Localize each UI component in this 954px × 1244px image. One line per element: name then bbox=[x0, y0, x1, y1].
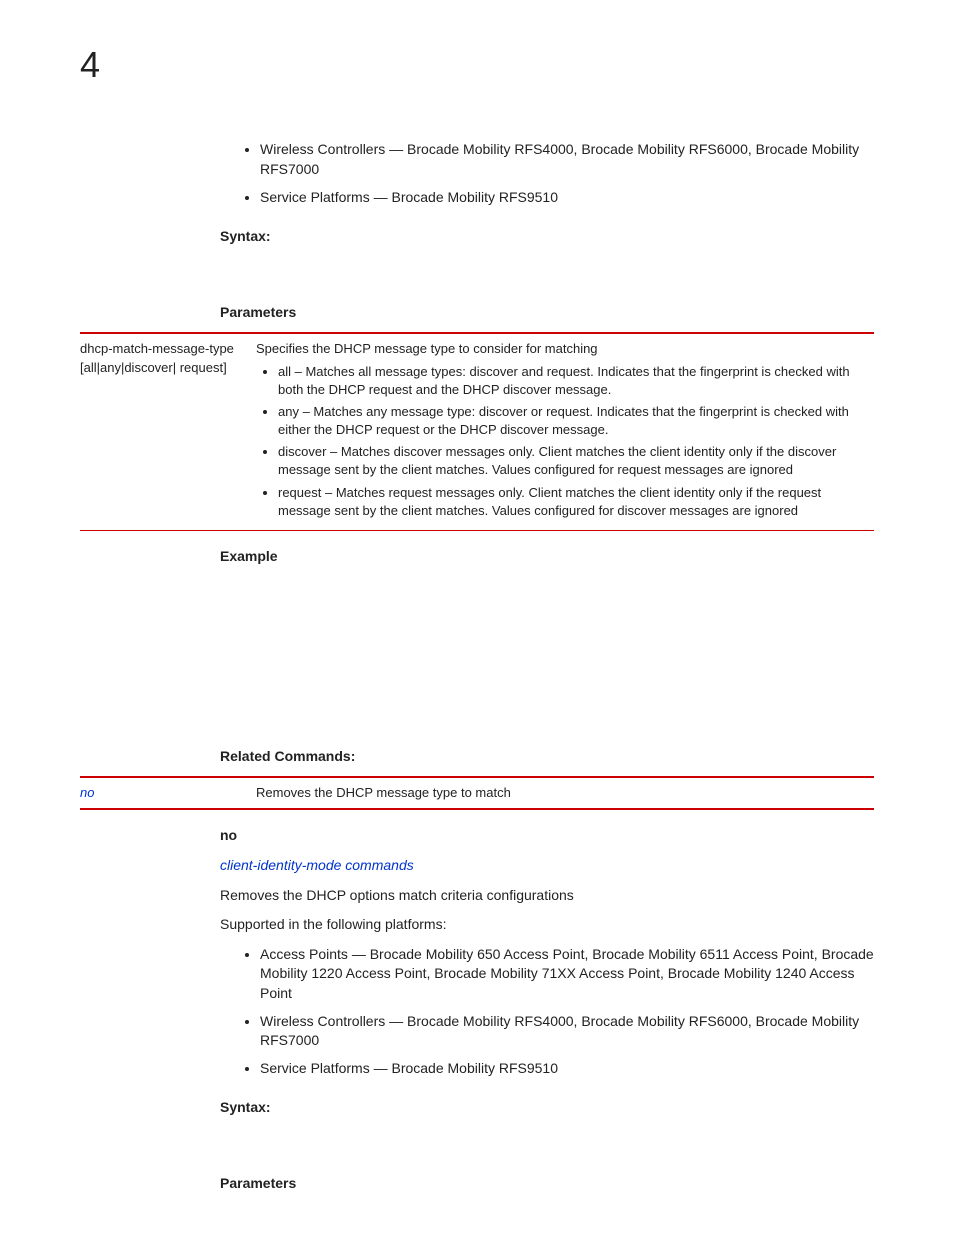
list-item: request – Matches request messages only.… bbox=[278, 484, 868, 520]
top-bullet-list: Wireless Controllers — Brocade Mobility … bbox=[220, 140, 874, 207]
parameters-table-wrap: dhcp-match-message-type [all|any|discove… bbox=[80, 332, 874, 531]
param-desc-text: Specifies the DHCP message type to consi… bbox=[256, 341, 598, 356]
table-row: no Removes the DHCP message type to matc… bbox=[80, 778, 874, 808]
parameters-table: dhcp-match-message-type [all|any|discove… bbox=[80, 334, 874, 530]
syntax-heading: Syntax: bbox=[220, 227, 874, 247]
table-row: dhcp-match-message-type [all|any|discove… bbox=[80, 334, 874, 530]
parameters-heading-2: Parameters bbox=[220, 1174, 874, 1194]
list-item: Wireless Controllers — Brocade Mobility … bbox=[260, 140, 874, 179]
related-desc-cell: Removes the DHCP message type to match bbox=[256, 778, 874, 808]
client-identity-link[interactable]: client-identity-mode commands bbox=[220, 856, 874, 876]
list-item: Service Platforms — Brocade Mobility RFS… bbox=[260, 1059, 874, 1079]
related-commands-heading: Related Commands: bbox=[220, 747, 874, 767]
param-name-cell: dhcp-match-message-type [all|any|discove… bbox=[80, 334, 256, 530]
supported-text: Supported in the following platforms: bbox=[220, 915, 874, 935]
parameters-heading: Parameters bbox=[220, 303, 874, 323]
list-item: any – Matches any message type: discover… bbox=[278, 403, 868, 439]
no-heading: no bbox=[220, 826, 874, 846]
list-item: discover – Matches discover messages onl… bbox=[278, 443, 868, 479]
list-item: all – Matches all message types: discove… bbox=[278, 363, 868, 399]
no-section: no client-identity-mode commands Removes… bbox=[220, 826, 874, 1193]
list-item: Wireless Controllers — Brocade Mobility … bbox=[260, 1012, 874, 1051]
page-number: 4 bbox=[80, 40, 874, 90]
syntax-heading-2: Syntax: bbox=[220, 1098, 874, 1118]
command-link[interactable]: no bbox=[80, 785, 94, 800]
list-item: Access Points — Brocade Mobility 650 Acc… bbox=[260, 945, 874, 1004]
no-desc-text: Removes the DHCP options match criteria … bbox=[220, 886, 874, 906]
content-block-top: Wireless Controllers — Brocade Mobility … bbox=[220, 140, 874, 322]
no-bullet-list: Access Points — Brocade Mobility 650 Acc… bbox=[220, 945, 874, 1079]
table-rule-bottom bbox=[80, 530, 874, 531]
related-cmd-cell: no bbox=[80, 778, 256, 808]
example-block: Example Related Commands: bbox=[220, 547, 874, 766]
example-heading: Example bbox=[220, 547, 874, 567]
param-desc-cell: Specifies the DHCP message type to consi… bbox=[256, 334, 874, 530]
related-commands-table: no Removes the DHCP message type to matc… bbox=[80, 778, 874, 808]
table-rule-bottom bbox=[80, 808, 874, 810]
list-item: Service Platforms — Brocade Mobility RFS… bbox=[260, 188, 874, 208]
related-table-wrap: no Removes the DHCP message type to matc… bbox=[80, 776, 874, 810]
param-options-list: all – Matches all message types: discove… bbox=[256, 363, 868, 521]
